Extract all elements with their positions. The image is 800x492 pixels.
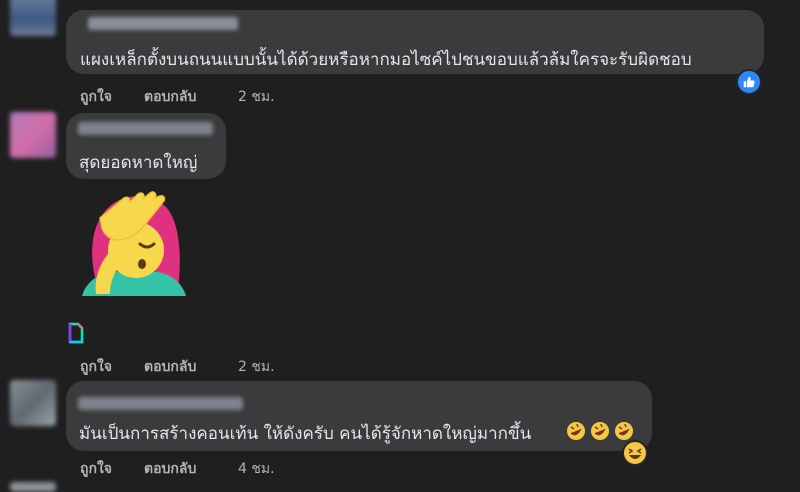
giphy-icon[interactable] <box>68 322 84 344</box>
author-name[interactable] <box>88 17 238 30</box>
like-button[interactable]: ถูกใจ <box>80 458 112 480</box>
laughing-reaction-icon[interactable] <box>622 440 648 466</box>
comment-text: แผงเหล็กตั้งบนถนนแบบนั้นได้ด้วยหรือหากมอ… <box>80 50 692 70</box>
comment-text-body: มันเป็นการสร้างคอนเท้น ให้ดังครับ คนได้ร… <box>79 424 532 444</box>
facepalm-woman-sticker[interactable] <box>80 188 188 296</box>
rofl-emoji <box>615 422 633 440</box>
avatar[interactable] <box>10 482 56 492</box>
reply-button[interactable]: ตอบกลับ <box>144 86 196 108</box>
like-button[interactable]: ถูกใจ <box>80 86 112 108</box>
comment-text: มันเป็นการสร้างคอนเท้น ให้ดังครับ คนได้ร… <box>79 420 531 447</box>
comment-bubble: มันเป็นการสร้างคอนเท้น ให้ดังครับ คนได้ร… <box>66 381 652 451</box>
comment-text: สุดยอดหาดใหญ่ <box>79 153 198 173</box>
thumbs-up-icon <box>743 76 755 88</box>
rofl-emoji <box>567 422 585 440</box>
timestamp[interactable]: 2 ชม. <box>238 356 275 378</box>
like-reaction-icon[interactable] <box>736 69 762 95</box>
avatar[interactable] <box>10 0 56 36</box>
avatar[interactable] <box>10 380 56 426</box>
timestamp[interactable]: 2 ชม. <box>238 86 275 108</box>
reply-button[interactable]: ตอบกลับ <box>144 356 196 378</box>
author-name[interactable] <box>78 122 213 135</box>
reply-button[interactable]: ตอบกลับ <box>144 458 196 480</box>
timestamp[interactable]: 4 ชม. <box>238 458 275 480</box>
rofl-emoji <box>591 422 609 440</box>
comment-bubble: แผงเหล็กตั้งบนถนนแบบนั้นได้ด้วยหรือหากมอ… <box>66 10 764 74</box>
author-name[interactable] <box>78 397 243 410</box>
avatar[interactable] <box>10 112 56 158</box>
like-button[interactable]: ถูกใจ <box>80 356 112 378</box>
comment-bubble: สุดยอดหาดใหญ่ <box>66 113 226 179</box>
